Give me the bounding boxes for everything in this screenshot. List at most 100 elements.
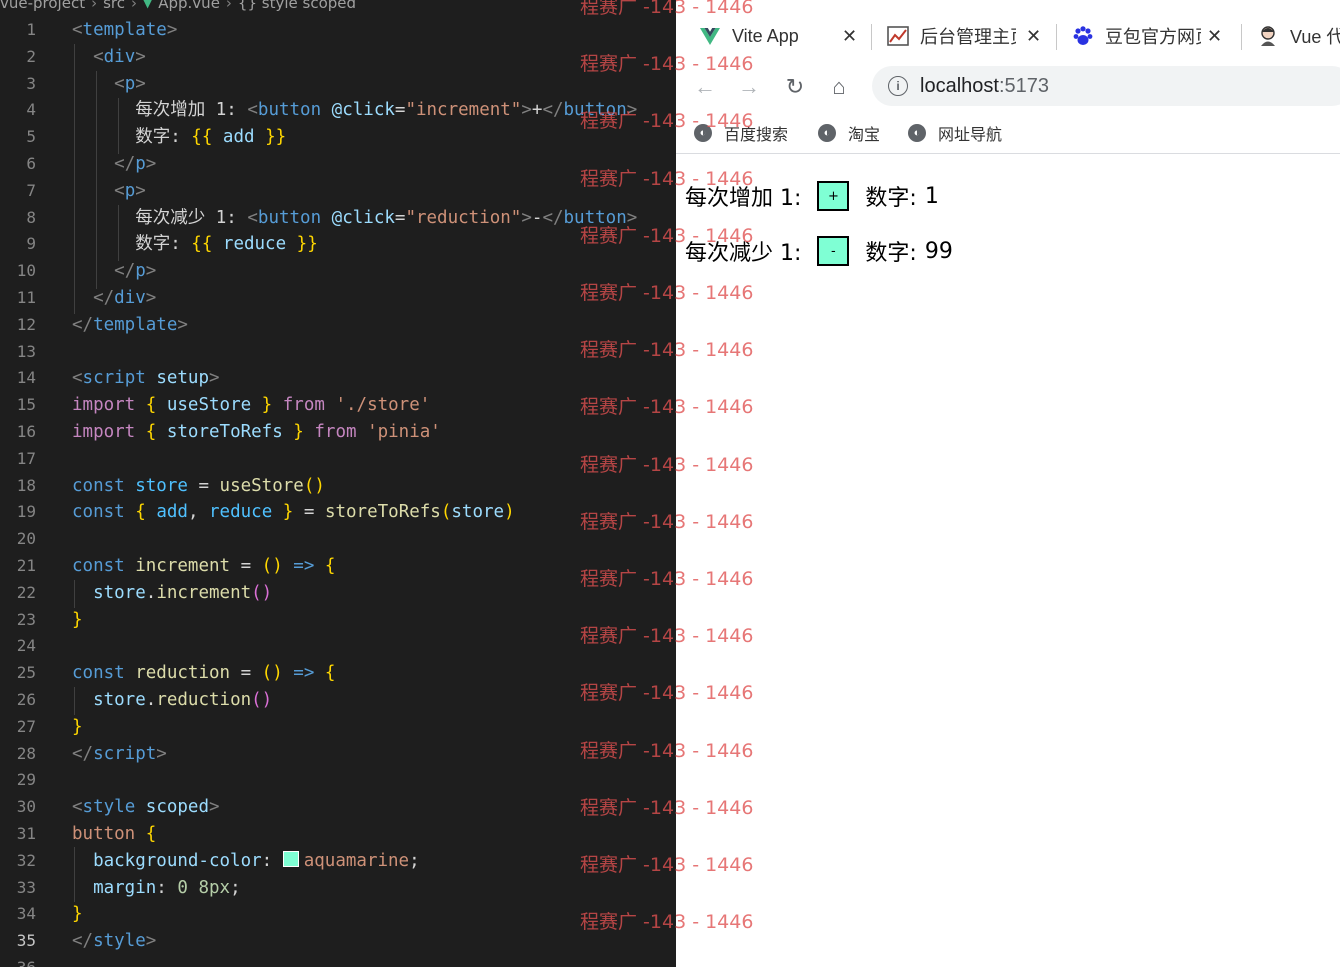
code-text: <div> xyxy=(93,46,146,67)
avatar-icon xyxy=(1256,24,1280,48)
line-number: 10 xyxy=(16,261,36,281)
breadcrumb-item[interactable]: App.vue xyxy=(158,0,220,12)
info-icon[interactable]: i xyxy=(888,76,908,96)
line-number: 24 xyxy=(16,636,36,656)
reduction-row: 每次减少 1: - 数字: 99 xyxy=(685,235,953,267)
code-line[interactable]: 28 </script> xyxy=(0,741,676,768)
code-text: 数字: {{ reduce }} xyxy=(72,234,318,255)
indent-guide xyxy=(118,205,119,261)
line-number: 4 xyxy=(26,100,36,120)
code-line[interactable]: 9 数字: {{ reduce }} xyxy=(0,231,676,258)
code-text: </style> xyxy=(72,931,157,952)
code-line[interactable]: 6 </p> xyxy=(0,151,676,178)
code-line[interactable]: 10 </p> xyxy=(0,258,676,285)
code-line[interactable]: 12 </template> xyxy=(0,312,676,339)
code-line[interactable]: 33 margin: 0 8px; xyxy=(0,875,676,902)
line-number: 9 xyxy=(26,234,36,254)
code-line[interactable]: 31 button { xyxy=(0,821,676,848)
code-line[interactable]: 7 <p> xyxy=(0,178,676,205)
tab-strip: Vite App ✕ 后台管理主页 ✕ 豆包官方网页 ✕ Vue 代 xyxy=(676,0,1340,62)
code-line[interactable]: 1 <template> xyxy=(0,17,676,44)
reload-icon[interactable]: ↻ xyxy=(782,74,808,100)
line-number: 30 xyxy=(16,797,36,817)
bookmark-item[interactable]: ◐ 百度搜索 xyxy=(694,121,788,145)
code-line[interactable]: 4 每次增加 1: <button @click="increment">+</… xyxy=(0,97,676,124)
code-text: <template> xyxy=(72,20,178,40)
breadcrumb-item[interactable]: src xyxy=(103,0,125,12)
code-text: } xyxy=(72,904,83,925)
breadcrumb-item[interactable]: vue-project xyxy=(0,0,85,12)
line-number: 29 xyxy=(16,770,36,790)
code-line[interactable]: 27} xyxy=(0,714,676,741)
code-text: import { storeToRefs } from 'pinia' xyxy=(72,422,441,442)
close-icon[interactable]: ✕ xyxy=(1207,26,1222,47)
code-line[interactable]: 36 xyxy=(0,955,676,967)
back-arrow-icon[interactable]: ← xyxy=(692,74,718,100)
add-value: 1 xyxy=(924,183,939,209)
home-icon[interactable]: ⌂ xyxy=(826,74,852,100)
code-line[interactable]: 3 <p> xyxy=(0,71,676,98)
code-line[interactable]: 23} xyxy=(0,607,676,634)
forward-arrow-icon[interactable]: → xyxy=(736,74,762,100)
globe-icon: ◐ xyxy=(694,124,712,142)
code-line[interactable]: 14 <script setup> xyxy=(0,365,676,392)
code-text: const { add, reduce } = storeToRefs(stor… xyxy=(72,502,515,523)
code-line[interactable]: 32 background-color: aquamarine; xyxy=(0,848,676,875)
code-text: background-color: aquamarine; xyxy=(93,850,420,871)
code-line[interactable]: 5 数字: {{ add }} xyxy=(0,124,676,151)
code-editor[interactable]: vue-project › src › ▼ App.vue › {} style… xyxy=(0,0,676,967)
line-number: 32 xyxy=(16,850,36,870)
tab-admin[interactable]: 后台管理主页 ✕ xyxy=(886,16,1051,56)
code-line[interactable]: 22 store.increment() xyxy=(0,580,676,607)
code-line[interactable]: 13 xyxy=(0,339,676,366)
code-line[interactable]: 19 const { add, reduce } = storeToRefs(st… xyxy=(0,499,676,526)
color-swatch-icon[interactable] xyxy=(282,850,299,867)
reduce-value-label: 数字: xyxy=(865,241,917,266)
code-text: </script> xyxy=(72,743,167,764)
code-text: store.reduction() xyxy=(93,690,273,710)
bookmark-item[interactable]: ◐ 淘宝 xyxy=(818,121,880,145)
code-line[interactable]: 20 xyxy=(0,526,676,553)
line-number: 6 xyxy=(26,154,36,173)
code-line[interactable]: 30 <style scoped> xyxy=(0,794,676,821)
tab-title: 豆包官方网页 xyxy=(1105,27,1201,47)
close-icon[interactable]: ✕ xyxy=(842,26,857,47)
code-line[interactable]: 21 const increment = () => { xyxy=(0,553,676,580)
breadcrumb-item[interactable]: {} style scoped xyxy=(238,0,356,12)
admin-panel-icon xyxy=(886,24,910,48)
line-number: 26 xyxy=(16,690,36,709)
close-icon[interactable]: ✕ xyxy=(1026,26,1041,47)
line-number: 7 xyxy=(26,180,36,200)
code-text: const increment = () => { xyxy=(72,556,336,576)
code-line[interactable]: 11 </div> xyxy=(0,285,676,312)
code-line[interactable]: 17 xyxy=(0,446,676,473)
code-line[interactable]: 2 <div> xyxy=(0,44,676,71)
line-number: 5 xyxy=(26,127,36,147)
line-number: 23 xyxy=(16,609,36,629)
reduction-button[interactable]: - xyxy=(817,236,850,266)
tab-vue[interactable]: Vue 代 xyxy=(1256,16,1340,56)
tab-vite-app[interactable]: Vite App ✕ xyxy=(698,16,868,56)
line-number: 15 xyxy=(16,395,36,415)
code-line[interactable]: 34} xyxy=(0,901,676,928)
tab-doubao[interactable]: 豆包官方网页 ✕ xyxy=(1071,16,1231,56)
code-line[interactable]: 26 store.reduction() xyxy=(0,687,676,714)
indent-guide xyxy=(74,44,75,314)
address-bar[interactable]: i localhost:5173 xyxy=(872,66,1340,106)
code-line[interactable]: 25 const reduction = () => { xyxy=(0,660,676,687)
code-text: } xyxy=(72,716,83,737)
line-number: 28 xyxy=(16,743,36,763)
code-line[interactable]: 29 xyxy=(0,767,676,794)
line-number: 12 xyxy=(16,314,36,334)
code-line[interactable]: 15 import { useStore } from './store' xyxy=(0,392,676,419)
code-line[interactable]: 35 </style> xyxy=(0,928,676,955)
bookmark-item[interactable]: ◐ 网址导航 xyxy=(908,121,1002,145)
code-line[interactable]: 24 xyxy=(0,633,676,660)
line-number: 14 xyxy=(16,368,36,388)
code-line[interactable]: 18 const store = useStore() xyxy=(0,473,676,500)
code-line[interactable]: 16 import { storeToRefs } from 'pinia' xyxy=(0,419,676,446)
code-text: const reduction = () => { xyxy=(72,663,336,684)
code-line[interactable]: 8 每次减少 1: <button @click="reduction">-</… xyxy=(0,205,676,232)
increment-button[interactable]: + xyxy=(817,181,850,211)
code-text: </p> xyxy=(114,261,157,282)
